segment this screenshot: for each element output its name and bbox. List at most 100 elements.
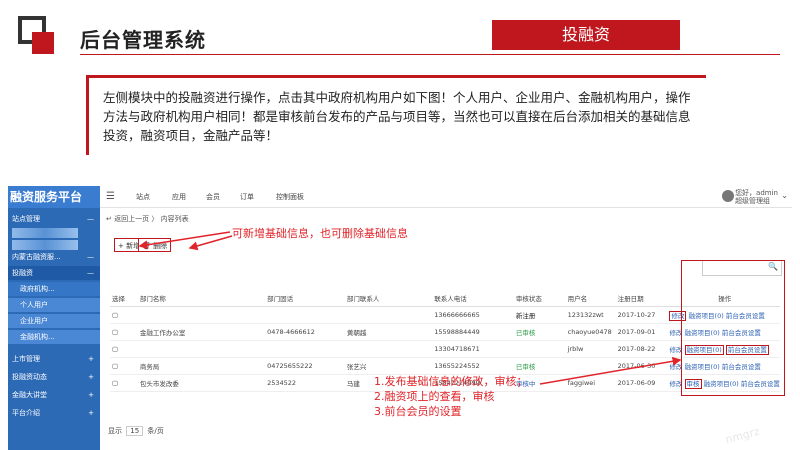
sidebar-item-listing[interactable]: 上市管理 + xyxy=(8,352,100,366)
nav-orders[interactable]: 订单 xyxy=(240,192,254,202)
plus-icon: + xyxy=(88,391,94,399)
nav-control-panel[interactable]: 控制面板 xyxy=(276,192,304,202)
avatar[interactable] xyxy=(722,190,734,202)
breadcrumb: ↵ 返回上一页 〉 内容列表 xyxy=(106,214,189,224)
cell-dept-phone xyxy=(265,340,345,358)
cell-dept-name: 商务局 xyxy=(137,357,266,375)
nav-apps[interactable]: 应用 xyxy=(172,192,186,202)
plus-icon: + xyxy=(88,355,94,363)
cell-contact xyxy=(344,340,433,358)
sidebar-item-label: 投融资 xyxy=(12,269,33,277)
chevron-icon: — xyxy=(87,215,94,223)
table-row: ▢ 商务局 04725655222 张艺兴 13655224552 已审核 20… xyxy=(110,357,780,375)
sidebar-item-label: 个人用户 xyxy=(20,301,48,309)
pager-show: 显示 xyxy=(108,427,122,435)
table-row: ▢ 13304718671 jrblw 2017-08-22 修改 融资项目(0… xyxy=(110,340,780,358)
blurred-region xyxy=(12,228,78,238)
sidebar: 融资服务平台 站点管理 — 内蒙古融资服... — 投融资 — 政府机构... 个人用… xyxy=(8,186,100,450)
plus-icon: + xyxy=(88,373,94,381)
cell-dept-name: 金融工作办公室 xyxy=(137,323,266,341)
operations-highlight-frame xyxy=(681,260,785,396)
sidebar-item-label: 站点管理 xyxy=(12,215,40,223)
slide-title: 后台管理系统 xyxy=(80,28,206,52)
cell-contact xyxy=(344,306,433,324)
cell-reg-date: 2017-06-09 xyxy=(615,374,668,392)
page-size-select[interactable]: 15 xyxy=(126,426,144,436)
cell-dept-name xyxy=(137,340,266,358)
brand-logo: 融资服务平台 xyxy=(8,186,100,208)
blurred-region xyxy=(12,240,78,250)
cell-status: 已审核 xyxy=(513,323,566,341)
row-checkbox[interactable]: ▢ xyxy=(110,374,138,392)
row-checkbox[interactable]: ▢ xyxy=(110,357,138,375)
row-checkbox[interactable]: ▢ xyxy=(110,340,138,358)
sidebar-item-label: 投融资动态 xyxy=(12,373,47,381)
user-info[interactable]: 您好，admin 超级管理组 xyxy=(735,189,778,205)
cell-contact-phone: 13304718671 xyxy=(432,340,514,358)
sidebar-item-inner-mongolia[interactable]: 内蒙古融资服... — xyxy=(8,250,100,264)
sidebar-item-personal[interactable]: 个人用户 xyxy=(8,298,100,312)
trash-icon: 🗑 xyxy=(142,242,151,250)
sidebar-item-label: 金融大讲堂 xyxy=(12,391,47,399)
sidebar-item-government[interactable]: 政府机构... xyxy=(8,282,100,296)
chevron-down-icon[interactable]: ⌄ xyxy=(781,191,788,200)
annotation-list: 1.发布基础信息的修改，审核； 2.融资项上的查看，审核 3.前台会员的设置 xyxy=(374,374,528,419)
cell-contact-phone: 13666666665 xyxy=(432,306,514,324)
sidebar-item-lecture[interactable]: 金融大讲堂 + xyxy=(8,388,100,402)
row-checkbox[interactable]: ▢ xyxy=(110,323,138,341)
back-icon: ↵ xyxy=(106,215,112,223)
hamburger-icon[interactable]: ☰ xyxy=(106,191,115,202)
top-navbar: ☰ 站点 应用 会员 订单 控制面板 您好，admin 超级管理组 ⌄ xyxy=(100,186,792,208)
delete-button[interactable]: 🗑 删除 xyxy=(138,238,172,252)
cell-contact-phone: 13655224552 xyxy=(432,357,514,375)
col-reg-date: 注册日期 xyxy=(615,290,668,307)
cell-dept-phone: 2534522 xyxy=(265,374,345,392)
row-checkbox[interactable]: ▢ xyxy=(110,306,138,324)
cell-reg-date: 2017-10-27 xyxy=(615,306,668,324)
sidebar-item-enterprise[interactable]: 企业用户 xyxy=(8,314,100,328)
sidebar-item-label: 企业用户 xyxy=(20,317,48,325)
description-text: 左侧模块中的投融资进行操作，点击其中政府机构用户如下图！个人用户、企业用户、金融… xyxy=(103,90,691,143)
sidebar-item-about[interactable]: 平台介绍 + xyxy=(8,406,100,420)
cell-dept-name: 包头市发改委 xyxy=(137,374,266,392)
sidebar-item-label: 金融机构... xyxy=(20,333,55,341)
plus-icon: + xyxy=(118,242,124,250)
nav-site[interactable]: 站点 xyxy=(136,192,150,202)
back-link[interactable]: 返回上一页 xyxy=(114,215,149,223)
chevron-icon: — xyxy=(87,269,94,277)
cell-dept-phone: 04725655222 xyxy=(265,357,345,375)
cell-status: 已审核 xyxy=(513,357,566,375)
plus-icon: + xyxy=(88,409,94,417)
cell-status xyxy=(513,340,566,358)
chevron-icon: — xyxy=(87,253,94,261)
cell-username xyxy=(565,357,616,375)
annotation-item: 3.前台会员的设置 xyxy=(374,405,462,418)
cell-dept-phone: 0478-4666612 xyxy=(265,323,345,341)
user-role: 超级管理组 xyxy=(735,197,771,205)
cell-contact: 黄朝越 xyxy=(344,323,433,341)
section-tag: 投融资 xyxy=(492,20,680,50)
cell-contact: 张艺兴 xyxy=(344,357,433,375)
nav-members[interactable]: 会员 xyxy=(206,192,220,202)
sidebar-item-investment[interactable]: 投融资 — xyxy=(8,266,100,280)
sidebar-item-site-manage[interactable]: 站点管理 — xyxy=(8,212,100,226)
logo-square-red xyxy=(32,32,54,54)
col-dept-name: 部门名称 xyxy=(137,290,266,307)
breadcrumb-current: 内容列表 xyxy=(160,215,189,223)
cell-dept-phone xyxy=(265,306,345,324)
pagination: 显示 15 条/页 xyxy=(108,426,164,436)
cell-dept-name xyxy=(137,306,266,324)
sidebar-item-news[interactable]: 投融资动态 + xyxy=(8,370,100,384)
annotation-item: 1.发布基础信息的修改，审核； xyxy=(374,375,528,388)
cell-contact-phone: 15598884449 xyxy=(432,323,514,341)
sidebar-item-financial[interactable]: 金融机构... xyxy=(8,330,100,344)
cell-reg-date: 2017-08-22 xyxy=(615,340,668,358)
table-row: ▢ 13666666665 新注册 123132zwt 2017-10-27 修… xyxy=(110,306,780,324)
sidebar-item-label: 政府机构... xyxy=(20,285,55,293)
col-dept-phone: 部门固话 xyxy=(265,290,345,307)
table-row: ▢ 金融工作办公室 0478-4666612 黄朝越 15598884449 已… xyxy=(110,323,780,341)
header-divider xyxy=(80,54,780,55)
col-status: 审核状态 xyxy=(513,290,566,307)
cell-reg-date: 2017-06-30 xyxy=(615,357,668,375)
cell-username: 123132zwt xyxy=(565,306,616,324)
